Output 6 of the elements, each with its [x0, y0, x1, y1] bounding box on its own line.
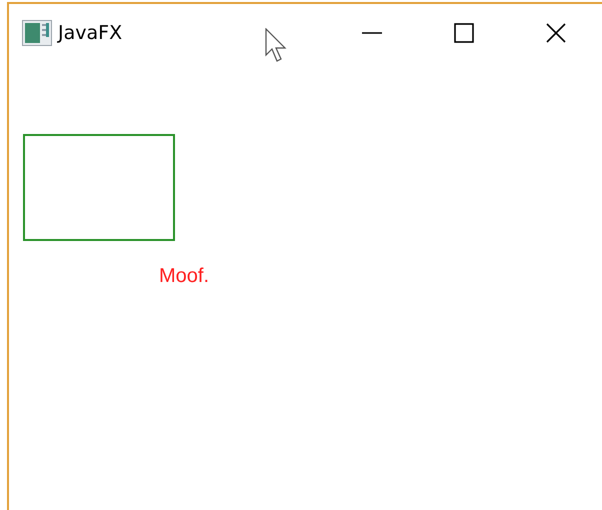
maximize-icon	[454, 23, 474, 43]
app-icon	[22, 20, 52, 46]
canvas-label: Moof.	[159, 265, 210, 288]
minimize-icon	[362, 32, 382, 34]
close-icon	[546, 23, 566, 43]
window-title: JavaFX	[58, 22, 122, 44]
